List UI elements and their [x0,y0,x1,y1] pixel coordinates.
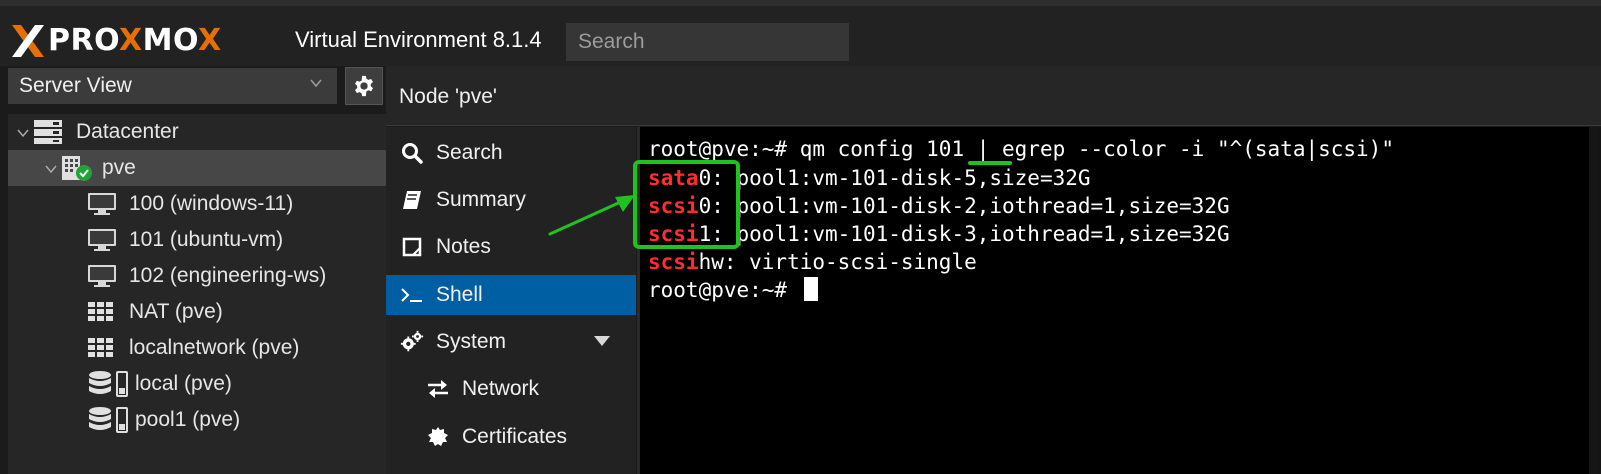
menu-item-label: Certificates [462,425,568,448]
tree-item-label: local (pve) [135,372,232,395]
notes-icon [400,235,424,259]
terminal-line: root@pve:~# [648,276,818,304]
tree-item-label: pve [102,156,136,179]
storage-icon [89,407,128,433]
vmid-text: 101 [926,137,965,161]
proxmox-logo[interactable]: PROXMOX [10,23,222,59]
tree-item-sdn-localnetwork[interactable]: localnetwork (pve) [8,330,386,366]
vm-icon [88,193,116,215]
menu-item-system[interactable]: System [386,322,636,362]
content-header: Node 'pve' [386,66,1601,126]
highlight-underline [968,161,1012,165]
tree-item-label: localnetwork (pve) [129,336,300,359]
view-selector-value: Server View [19,74,132,97]
storage-icon [89,371,128,397]
tree-item-label: NAT (pve) [129,300,223,323]
resource-panel: Server View Datacenter pve 100 (windows-… [0,66,386,474]
terminal-line: root@pve:~# qm config 101 | egrep --colo… [648,137,1394,161]
resource-tree: Datacenter pve 100 (windows-11) 101 (ubu… [8,114,386,474]
tree-item-vm-102[interactable]: 102 (engineering-ws) [8,258,386,294]
menu-item-search[interactable]: Search [386,133,636,173]
proxmox-x-icon [12,25,44,57]
tree-item-storage-pool1[interactable]: pool1 (pve) [8,402,386,438]
menu-item-label: Search [436,141,503,164]
certificate-icon [426,425,450,449]
network-icon [88,302,113,321]
node-online-icon [62,156,92,181]
terminal-console[interactable]: root@pve:~# qm config 101 | egrep --colo… [637,127,1601,474]
product-version: Virtual Environment 8.1.4 [295,27,542,52]
tree-item-vm-101[interactable]: 101 (ubuntu-vm) [8,222,386,258]
tree-item-label: 101 (ubuntu-vm) [129,228,284,251]
gear-icon [355,75,373,97]
network-icon [88,338,113,357]
menu-item-label: Network [462,377,540,400]
menu-item-shell[interactable]: Shell [386,275,636,315]
tree-item-datacenter[interactable]: Datacenter [8,114,386,150]
top-bar: PROXMOX Virtual Environment 8.1.4 [0,0,1601,66]
terminal-icon [400,283,424,307]
tree-item-pve[interactable]: pve [8,150,386,186]
divider [386,125,1601,126]
chevron-down-icon [310,79,322,88]
menu-item-label: Summary [436,188,526,211]
book-icon [400,188,424,212]
exchange-icon [426,377,450,401]
search-icon [400,141,424,165]
menu-item-label: System [436,330,507,353]
tree-item-sdn-nat[interactable]: NAT (pve) [8,294,386,330]
view-selector[interactable]: Server View [8,68,337,104]
menu-item-certificates[interactable]: Certificates [386,417,636,457]
vm-icon [88,229,116,251]
tree-item-label: pool1 (pve) [135,408,241,431]
expand-toggle-icon[interactable] [16,126,30,140]
terminal-line: scsihw: virtio-scsi-single [648,250,977,274]
node-menu: Search Summary Notes Shell System Networ… [386,127,636,474]
highlight-box [633,160,740,249]
tree-item-storage-local[interactable]: local (pve) [8,366,386,402]
global-search-input[interactable] [566,23,849,61]
vm-icon [88,265,116,287]
menu-item-label: Shell [436,283,483,306]
logo-wordmark: PROXMOX [48,23,222,58]
tree-item-label: Datacenter [76,120,179,143]
page-title: Node 'pve' [399,85,497,108]
caret-down-icon[interactable] [594,336,610,346]
cogs-icon [400,330,424,354]
terminal-scrollbar[interactable] [1589,127,1601,474]
scrollbar-thumb[interactable] [1591,127,1599,474]
annotation-arrow-icon [548,195,635,236]
menu-item-network[interactable]: Network [386,369,636,409]
expand-toggle-icon[interactable] [44,162,58,176]
menu-item-label: Notes [436,235,491,258]
settings-button[interactable] [345,67,383,105]
terminal-cursor [803,277,818,301]
top-edge [0,3,1601,6]
datacenter-icon [34,120,62,144]
tree-item-label: 102 (engineering-ws) [129,264,327,287]
tree-item-label: 100 (windows-11) [129,192,294,215]
tree-item-vm-100[interactable]: 100 (windows-11) [8,186,386,222]
